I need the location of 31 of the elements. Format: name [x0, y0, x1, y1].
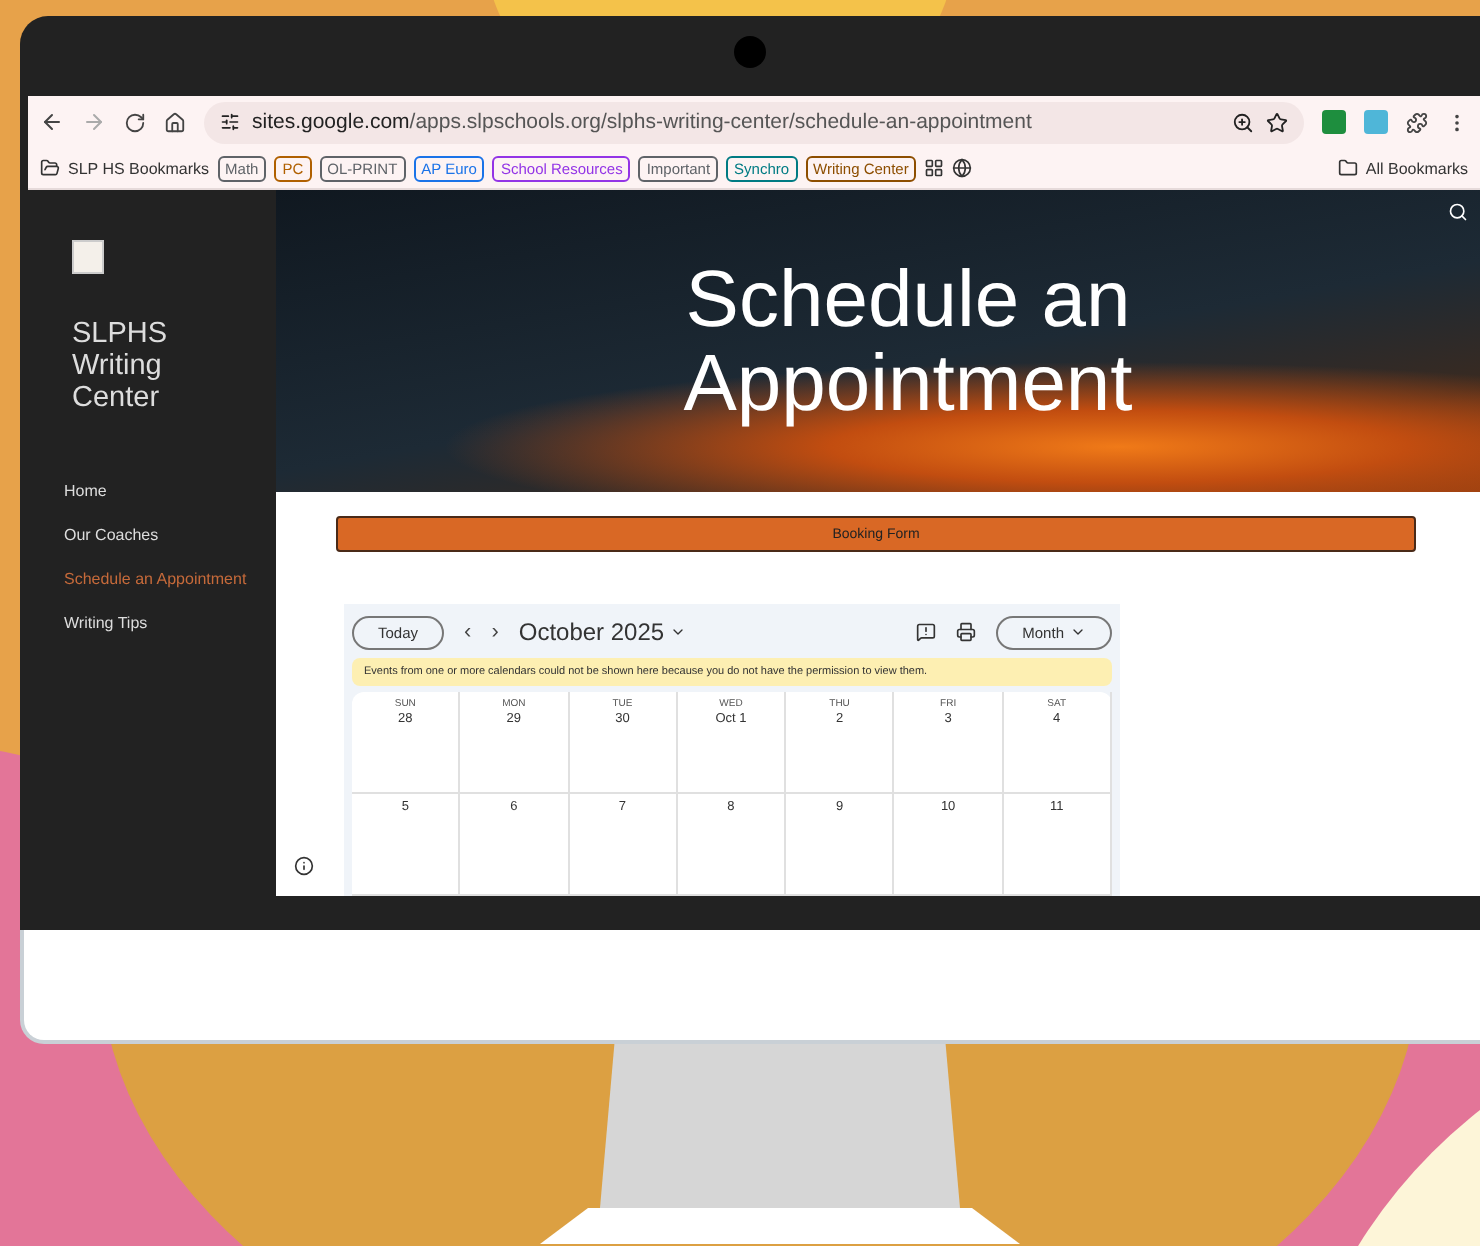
nav-link[interactable]: Writing Tips: [64, 614, 276, 632]
next-button[interactable]: ›: [491, 620, 499, 644]
star-icon[interactable]: [1266, 111, 1288, 133]
caret-icon: [670, 624, 687, 640]
reload-icon[interactable]: [124, 111, 146, 133]
folder-icon[interactable]: [40, 158, 60, 178]
nav-link[interactable]: Schedule an Appointment: [64, 570, 276, 588]
address-bar[interactable]: sites.google.com/apps.slpschools.org/slphs-writing-center/schedule-an-appointment: [204, 101, 1304, 143]
site-title: SLPHS Writing Center: [72, 318, 170, 414]
url-text: sites.google.com/apps.slpschools.org/slphs-writing-center/schedule-an-appointment: [252, 110, 1032, 134]
extensions-icon[interactable]: [1406, 111, 1428, 133]
globe-icon[interactable]: [952, 158, 973, 178]
back-icon[interactable]: [40, 110, 64, 134]
search-button[interactable]: [1448, 202, 1468, 222]
folder-icon[interactable]: [1337, 158, 1358, 178]
zoom-icon[interactable]: [1232, 111, 1254, 133]
all-bookmarks-link[interactable]: All Bookmarks: [1365, 159, 1468, 177]
page-title: Schedule an Appointment: [683, 257, 1133, 425]
grid-icon[interactable]: [924, 158, 945, 178]
camera-icon: [734, 36, 766, 68]
site-settings-icon[interactable]: [220, 112, 240, 132]
nav-link[interactable]: Our Coaches: [64, 526, 276, 544]
nav-link[interactable]: Home: [64, 482, 276, 500]
month-picker[interactable]: October 2025: [518, 618, 687, 646]
previous-button[interactable]: ‹: [464, 620, 472, 644]
print-icon[interactable]: [956, 622, 977, 642]
feedback-icon[interactable]: [916, 622, 937, 642]
bookmark-folder[interactable]: SLP HS Bookmarks: [68, 159, 210, 177]
home-icon[interactable]: [164, 111, 186, 133]
caret-icon: [1070, 624, 1086, 640]
info-button[interactable]: [294, 856, 314, 876]
